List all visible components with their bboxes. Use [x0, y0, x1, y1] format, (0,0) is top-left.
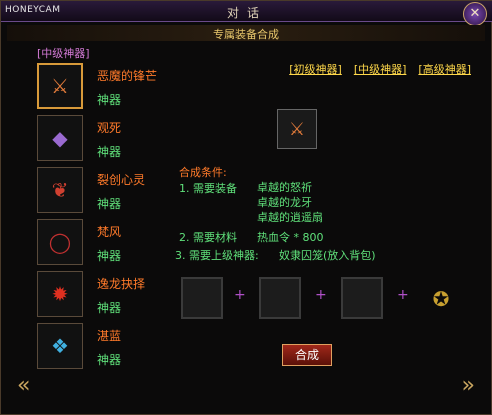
tier-label: [中级神器] [37, 47, 90, 60]
req1-label: 1. 需要装备 [179, 182, 237, 195]
required-equipment-item: 卓越的逍遥扇 [257, 211, 323, 224]
plus-icon: + [234, 287, 246, 303]
material-slot-1[interactable] [181, 277, 223, 319]
tab-intermediate[interactable]: [中级神器] [354, 61, 407, 77]
target-item-slot[interactable]: ⚔ [277, 109, 317, 149]
prev-page-icon[interactable]: « [17, 373, 30, 398]
close-icon[interactable]: ✕ [463, 2, 487, 26]
required-equipment-item: 卓越的龙牙 [257, 196, 312, 209]
item-name: 逸龙抉择 [97, 277, 146, 291]
gem-icon: ◆ [37, 115, 83, 161]
item-type: 神器 [97, 353, 122, 367]
required-equipment-list: 卓越的怒祈 卓越的龙牙 卓越的逍遥扇 [257, 180, 323, 225]
list-item[interactable]: ❖ 湛蓝 神器 [37, 321, 167, 371]
wing-icon: ❦ [37, 167, 83, 213]
list-item[interactable]: ✹ 逸龙抉择 神器 [37, 269, 167, 319]
item-type: 神器 [97, 249, 122, 263]
plus-icon: + [315, 287, 327, 303]
item-name: 湛蓝 [97, 329, 122, 343]
item-name: 观死 [97, 121, 122, 135]
subtitle: 专属装备合成 [213, 28, 279, 41]
dragon-icon: ✹ [37, 271, 83, 317]
item-name: 恶魔的锋芒 [97, 69, 158, 83]
item-type: 神器 [97, 93, 122, 107]
material-slot-2[interactable] [259, 277, 301, 319]
ring-icon: ◯ [37, 219, 83, 265]
window-title: 对话 [226, 6, 267, 20]
sword-icon: ⚔ [288, 118, 306, 140]
tab-basic[interactable]: [初级神器] [289, 61, 342, 77]
sword-icon: ⚔ [37, 63, 83, 109]
tab-advanced[interactable]: [高级神器] [418, 61, 471, 77]
list-item[interactable]: ❦ 裂创心灵 神器 [37, 165, 167, 215]
crystal-icon: ❖ [37, 323, 83, 369]
req2-label: 2. 需要材料 [179, 231, 237, 244]
craft-button[interactable]: 合成 [282, 344, 332, 366]
item-type: 神器 [97, 301, 122, 315]
item-type: 神器 [97, 197, 122, 211]
item-name: 裂创心灵 [97, 173, 146, 187]
material-slot-3[interactable] [341, 277, 383, 319]
tier-tabs: [初级神器] [中级神器] [高级神器] [289, 61, 471, 77]
dialog-window: HONEYCAM 对话 ✕ 专属装备合成 [中级神器] ⚔ 恶魔的锋芒 神器 ◆… [0, 0, 492, 415]
list-item[interactable]: ◯ 梵风 神器 [37, 217, 167, 267]
required-equipment-item: 卓越的怒祈 [257, 181, 312, 194]
higher-artifact-slot[interactable]: ✪ [421, 281, 461, 317]
req3-label: 3. 需要上级神器: [175, 249, 259, 262]
subtitle-bar: 专属装备合成 [7, 25, 485, 41]
list-item[interactable]: ◆ 观死 神器 [37, 113, 167, 163]
title-bar: HONEYCAM 对话 ✕ [1, 1, 492, 26]
next-page-icon[interactable]: » [462, 373, 475, 398]
list-item[interactable]: ⚔ 恶魔的锋芒 神器 [37, 61, 167, 111]
item-name: 梵风 [97, 225, 122, 239]
item-type: 神器 [97, 145, 122, 159]
plus-icon: + [397, 287, 409, 303]
req3-value: 奴隶囚笼(放入背包) [279, 249, 376, 262]
ring-icon: ✪ [432, 287, 450, 311]
conditions-title: 合成条件: [179, 166, 227, 179]
material-value: 热血令 * 800 [257, 231, 324, 244]
